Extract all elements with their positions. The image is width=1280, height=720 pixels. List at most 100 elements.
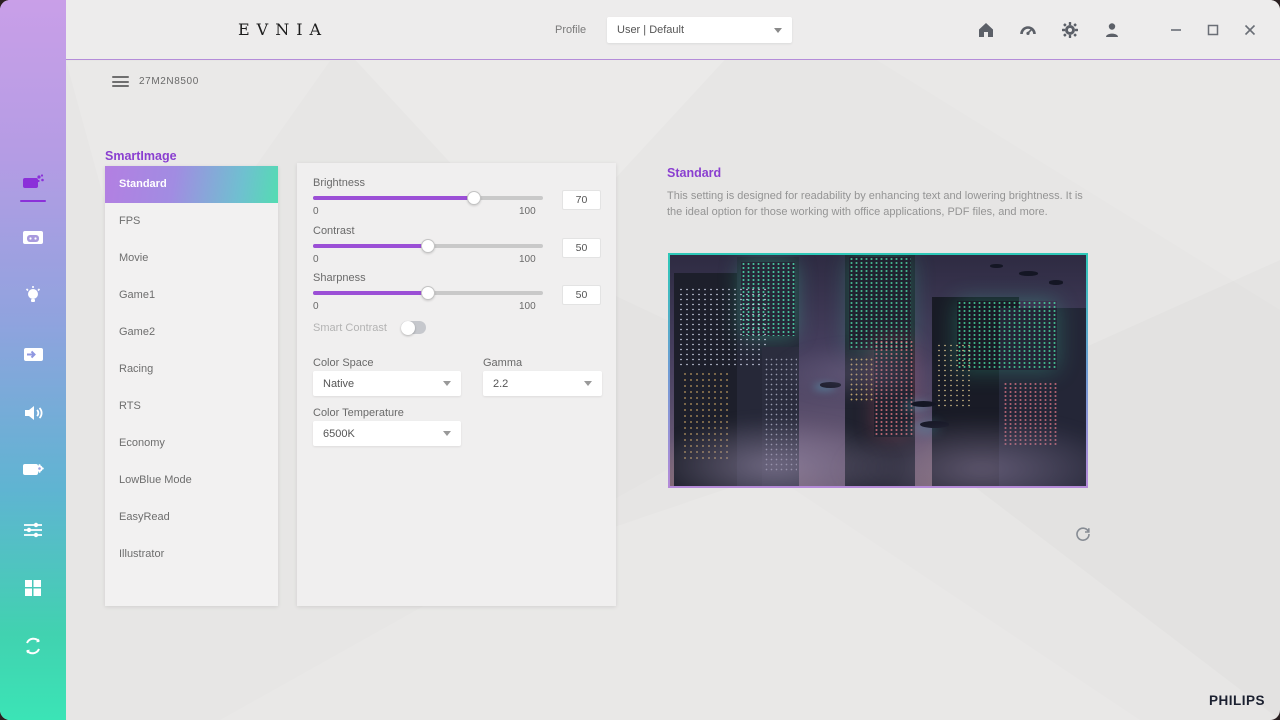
smartimage-mode-list: Standard FPS Movie Game1 Game2 Racing RT… xyxy=(105,166,278,606)
sidebar-item-input-source[interactable] xyxy=(19,341,47,369)
brightness-label: Brightness xyxy=(313,177,365,189)
maximize-button[interactable] xyxy=(1205,22,1221,38)
refresh-preview-button[interactable] xyxy=(1074,525,1092,543)
brightness-slider[interactable] xyxy=(313,191,543,205)
mode-preview-image xyxy=(668,253,1088,488)
brightness-value-input[interactable] xyxy=(562,190,601,210)
dashboard-icon xyxy=(1020,26,1036,35)
mode-item-racing[interactable]: Racing xyxy=(105,351,278,388)
smart-contrast-toggle[interactable] xyxy=(400,320,426,335)
mode-item-illustrator[interactable]: Illustrator xyxy=(105,536,278,573)
sharpness-slider-fill xyxy=(313,291,428,295)
lightbulb-icon xyxy=(25,286,41,302)
cityscape-illustration xyxy=(670,255,1086,486)
close-button[interactable] xyxy=(1242,22,1258,38)
layout-grid-icon xyxy=(25,580,41,596)
dashboard-button[interactable] xyxy=(1018,20,1038,40)
contrast-slider-thumb[interactable] xyxy=(421,239,435,253)
settings-button[interactable] xyxy=(1060,20,1080,40)
refresh-icon xyxy=(1076,527,1090,541)
sidebar-item-lighting[interactable] xyxy=(19,281,47,309)
game-mode-icon xyxy=(23,231,43,244)
smartimage-title: SmartImage xyxy=(105,149,177,163)
profile-select[interactable]: User | Default xyxy=(607,17,792,43)
chevron-down-icon xyxy=(774,27,782,33)
profile-label: Profile xyxy=(555,24,587,36)
monitor-gear-icon xyxy=(23,464,44,475)
maximize-icon xyxy=(1207,24,1219,36)
color-space-select[interactable]: Native xyxy=(313,371,461,396)
sidebar-item-sync[interactable] xyxy=(19,632,47,660)
sharpness-slider-thumb[interactable] xyxy=(421,286,435,300)
contrast-slider[interactable] xyxy=(313,239,543,253)
sharpness-slider[interactable] xyxy=(313,286,543,300)
main-content: 27M2N8500 SmartImage Standard FPS Movie … xyxy=(66,61,1280,720)
mode-item-game2[interactable]: Game2 xyxy=(105,314,278,351)
monitor-menu[interactable]: 27M2N8500 xyxy=(112,76,199,87)
sidebar-active-indicator xyxy=(20,200,46,202)
chevron-down-icon xyxy=(443,431,451,436)
sliders-icon xyxy=(24,522,42,538)
gamma-select[interactable]: 2.2 xyxy=(483,371,602,396)
smart-contrast-label: Smart Contrast xyxy=(313,321,387,334)
home-button[interactable] xyxy=(976,20,996,40)
close-icon xyxy=(1244,24,1256,36)
profile-value: User | Default xyxy=(617,24,685,36)
sharpness-label: Sharpness xyxy=(313,272,366,284)
contrast-label: Contrast xyxy=(313,225,355,237)
color-space-value: Native xyxy=(323,377,355,390)
contrast-value-input[interactable] xyxy=(562,238,601,258)
input-source-icon xyxy=(24,348,43,361)
sharpness-value-input[interactable] xyxy=(562,285,601,305)
header: EVNIA Profile User | Default xyxy=(66,0,1280,60)
minimize-icon xyxy=(1171,29,1181,31)
sidebar-item-adjustments[interactable] xyxy=(19,516,47,544)
chevron-down-icon xyxy=(443,381,451,386)
color-temperature-label: Color Temperature xyxy=(313,407,404,419)
evnia-logo: EVNIA xyxy=(238,20,329,39)
mode-detail-title: Standard xyxy=(667,166,722,180)
home-icon xyxy=(979,23,993,37)
speaker-icon xyxy=(25,406,43,420)
mode-item-easyread[interactable]: EasyRead xyxy=(105,499,278,536)
mode-item-movie[interactable]: Movie xyxy=(105,240,278,277)
mode-item-economy[interactable]: Economy xyxy=(105,425,278,462)
sidebar-item-system-settings[interactable] xyxy=(19,456,47,484)
mode-item-fps[interactable]: FPS xyxy=(105,203,278,240)
sync-icon xyxy=(26,637,40,655)
smartimage-icon xyxy=(23,174,44,188)
monitor-name: 27M2N8500 xyxy=(139,76,199,87)
sidebar-item-audio[interactable] xyxy=(19,399,47,427)
gamma-label: Gamma xyxy=(483,357,523,369)
mode-item-lowblue[interactable]: LowBlue Mode xyxy=(105,462,278,499)
sharpness-min: 0 xyxy=(313,301,319,312)
brightness-min: 0 xyxy=(313,206,319,217)
sidebar-item-game-mode[interactable] xyxy=(19,224,47,252)
user-icon xyxy=(1106,23,1118,37)
window-controls xyxy=(1168,0,1279,60)
mode-item-game1[interactable]: Game1 xyxy=(105,277,278,314)
color-temperature-select[interactable]: 6500K xyxy=(313,421,461,446)
sharpness-max: 100 xyxy=(519,301,536,312)
gear-icon xyxy=(1062,22,1078,38)
mode-item-rts[interactable]: RTS xyxy=(105,388,278,425)
sidebar-item-layout[interactable] xyxy=(19,574,47,602)
brightness-slider-fill xyxy=(313,196,474,200)
sidebar-item-smartimage[interactable] xyxy=(19,169,47,197)
mode-detail-description: This setting is designed for readability… xyxy=(667,190,1083,218)
color-space-label: Color Space xyxy=(313,357,374,369)
philips-logo: PHILIPS xyxy=(1208,693,1265,708)
brightness-slider-thumb[interactable] xyxy=(467,191,481,205)
contrast-max: 100 xyxy=(519,254,536,265)
color-temperature-value: 6500K xyxy=(323,427,355,440)
toggle-knob xyxy=(400,320,415,335)
contrast-min: 0 xyxy=(313,254,319,265)
chevron-down-icon xyxy=(584,381,592,386)
sidebar xyxy=(0,0,66,720)
hamburger-icon xyxy=(112,76,129,87)
mode-item-standard[interactable]: Standard xyxy=(105,166,278,203)
minimize-button[interactable] xyxy=(1168,22,1184,38)
brightness-max: 100 xyxy=(519,206,536,217)
user-button[interactable] xyxy=(1102,20,1122,40)
settings-panel: Brightness 0 100 Contrast 0 100 Sharpnes… xyxy=(297,163,616,606)
